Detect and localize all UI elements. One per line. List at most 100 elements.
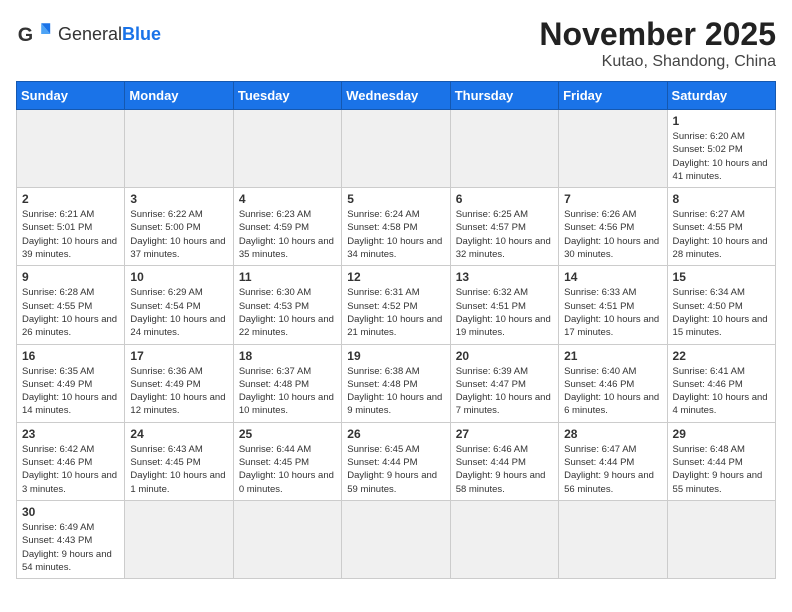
calendar-cell [667,500,775,578]
cell-sun-info: Sunrise: 6:36 AMSunset: 4:49 PMDaylight:… [130,365,227,418]
calendar-cell: 9Sunrise: 6:28 AMSunset: 4:55 PMDaylight… [17,266,125,344]
cell-sun-info: Sunrise: 6:29 AMSunset: 4:54 PMDaylight:… [130,286,227,339]
day-number: 21 [564,349,661,363]
day-number: 23 [22,427,119,441]
calendar-cell: 12 Sunrise: 6:31 AMSunset: 4:52 PMDayligh… [342,266,450,344]
cell-sun-info: Sunrise: 6:30 AMSunset: 4:53 PMDaylight:… [239,286,336,339]
day-number: 8 [673,192,770,206]
calendar-cell [233,500,341,578]
cell-sun-info: Sunrise: 6:37 AMSunset: 4:48 PMDaylight:… [239,365,336,418]
weekday-header: Tuesday [233,82,341,110]
logo-icon: G [16,16,52,52]
cell-sun-info: Sunrise: 6:46 AMSunset: 4:44 PMDaylight:… [456,443,553,496]
day-number: 20 [456,349,553,363]
calendar-cell: 13 Sunrise: 6:32 AMSunset: 4:51 PMDayligh… [450,266,558,344]
cell-sun-info: Sunrise: 6:20 AMSunset: 5:02 PMDaylight:… [673,130,770,183]
calendar-cell: 4Sunrise: 6:23 AMSunset: 4:59 PMDaylight… [233,188,341,266]
weekday-header: Wednesday [342,82,450,110]
day-number: 2 [22,192,119,206]
calendar-cell: 18 Sunrise: 6:37 AMSunset: 4:48 PMDayligh… [233,344,341,422]
calendar-week-row: 16Sunrise: 6:35 AMSunset: 4:49 PMDayligh… [17,344,776,422]
day-number: 12 [347,270,444,284]
calendar-cell [450,500,558,578]
calendar-cell: 30Sunrise: 6:49 AMSunset: 4:43 PMDayligh… [17,500,125,578]
calendar-cell: 19Sunrise: 6:38 AMSunset: 4:48 PMDayligh… [342,344,450,422]
cell-sun-info: Sunrise: 6:25 AMSunset: 4:57 PMDaylight:… [456,208,553,261]
day-number: 26 [347,427,444,441]
calendar-cell: 27 Sunrise: 6:46 AMSunset: 4:44 PMDayligh… [450,422,558,500]
calendar-week-row: 30Sunrise: 6:49 AMSunset: 4:43 PMDayligh… [17,500,776,578]
calendar-cell: 24 Sunrise: 6:43 AMSunset: 4:45 PMDayligh… [125,422,233,500]
day-number: 24 [130,427,227,441]
calendar-cell: 6 Sunrise: 6:25 AMSunset: 4:57 PMDaylight… [450,188,558,266]
day-number: 25 [239,427,336,441]
day-number: 22 [673,349,770,363]
calendar-cell: 23 Sunrise: 6:42 AMSunset: 4:46 PMDayligh… [17,422,125,500]
cell-sun-info: Sunrise: 6:27 AMSunset: 4:55 PMDaylight:… [673,208,770,261]
day-number: 14 [564,270,661,284]
cell-sun-info: Sunrise: 6:38 AMSunset: 4:48 PMDaylight:… [347,365,444,418]
logo: G GeneralBlue [16,16,161,52]
day-number: 13 [456,270,553,284]
calendar-cell: 25 Sunrise: 6:44 AMSunset: 4:45 PMDayligh… [233,422,341,500]
calendar-cell [342,500,450,578]
day-number: 7 [564,192,661,206]
calendar-cell: 3Sunrise: 6:22 AMSunset: 5:00 PMDaylight… [125,188,233,266]
day-number: 16 [22,349,119,363]
cell-sun-info: Sunrise: 6:31 AMSunset: 4:52 PMDaylight:… [347,286,444,339]
day-number: 4 [239,192,336,206]
weekday-header-row: SundayMondayTuesdayWednesdayThursdayFrid… [17,82,776,110]
cell-sun-info: Sunrise: 6:33 AMSunset: 4:51 PMDaylight:… [564,286,661,339]
day-number: 29 [673,427,770,441]
day-number: 15 [673,270,770,284]
weekday-header: Monday [125,82,233,110]
cell-sun-info: Sunrise: 6:28 AMSunset: 4:55 PMDaylight:… [22,286,119,339]
calendar-cell [559,110,667,188]
day-number: 10 [130,270,227,284]
calendar-cell: 14 Sunrise: 6:33 AMSunset: 4:51 PMDayligh… [559,266,667,344]
day-number: 17 [130,349,227,363]
calendar-cell: 21 Sunrise: 6:40 AMSunset: 4:46 PMDayligh… [559,344,667,422]
calendar-cell: 17 Sunrise: 6:36 AMSunset: 4:49 PMDayligh… [125,344,233,422]
cell-sun-info: Sunrise: 6:34 AMSunset: 4:50 PMDaylight:… [673,286,770,339]
cell-sun-info: Sunrise: 6:45 AMSunset: 4:44 PMDaylight:… [347,443,444,496]
day-number: 18 [239,349,336,363]
month-title: November 2025 [539,16,776,53]
cell-sun-info: Sunrise: 6:24 AMSunset: 4:58 PMDaylight:… [347,208,444,261]
calendar-cell [17,110,125,188]
day-number: 28 [564,427,661,441]
calendar-cell [559,500,667,578]
calendar-cell: 20 Sunrise: 6:39 AMSunset: 4:47 PMDayligh… [450,344,558,422]
logo-text: GeneralBlue [58,24,161,45]
day-number: 6 [456,192,553,206]
calendar-week-row: 9Sunrise: 6:28 AMSunset: 4:55 PMDaylight… [17,266,776,344]
cell-sun-info: Sunrise: 6:39 AMSunset: 4:47 PMDaylight:… [456,365,553,418]
calendar-week-row: 23 Sunrise: 6:42 AMSunset: 4:46 PMDayligh… [17,422,776,500]
calendar-cell [450,110,558,188]
cell-sun-info: Sunrise: 6:26 AMSunset: 4:56 PMDaylight:… [564,208,661,261]
calendar-cell: 1 Sunrise: 6:20 AMSunset: 5:02 PMDaylight… [667,110,775,188]
cell-sun-info: Sunrise: 6:43 AMSunset: 4:45 PMDaylight:… [130,443,227,496]
day-number: 3 [130,192,227,206]
cell-sun-info: Sunrise: 6:44 AMSunset: 4:45 PMDaylight:… [239,443,336,496]
calendar-cell: 11 Sunrise: 6:30 AMSunset: 4:53 PMDayligh… [233,266,341,344]
day-number: 1 [673,114,770,128]
calendar-cell: 22Sunrise: 6:41 AMSunset: 4:46 PMDayligh… [667,344,775,422]
calendar-cell: 16Sunrise: 6:35 AMSunset: 4:49 PMDayligh… [17,344,125,422]
calendar-cell [125,500,233,578]
cell-sun-info: Sunrise: 6:40 AMSunset: 4:46 PMDaylight:… [564,365,661,418]
calendar-cell: 29Sunrise: 6:48 AMSunset: 4:44 PMDayligh… [667,422,775,500]
day-number: 27 [456,427,553,441]
calendar-cell: 15 Sunrise: 6:34 AMSunset: 4:50 PMDayligh… [667,266,775,344]
day-number: 11 [239,270,336,284]
calendar-week-row: 2Sunrise: 6:21 AMSunset: 5:01 PMDaylight… [17,188,776,266]
cell-sun-info: Sunrise: 6:47 AMSunset: 4:44 PMDaylight:… [564,443,661,496]
day-number: 30 [22,505,119,519]
calendar-cell [233,110,341,188]
location: Kutao, Shandong, China [539,53,776,71]
cell-sun-info: Sunrise: 6:32 AMSunset: 4:51 PMDaylight:… [456,286,553,339]
cell-sun-info: Sunrise: 6:42 AMSunset: 4:46 PMDaylight:… [22,443,119,496]
calendar-week-row: 1 Sunrise: 6:20 AMSunset: 5:02 PMDaylight… [17,110,776,188]
calendar-cell: 26 Sunrise: 6:45 AMSunset: 4:44 PMDayligh… [342,422,450,500]
day-number: 5 [347,192,444,206]
